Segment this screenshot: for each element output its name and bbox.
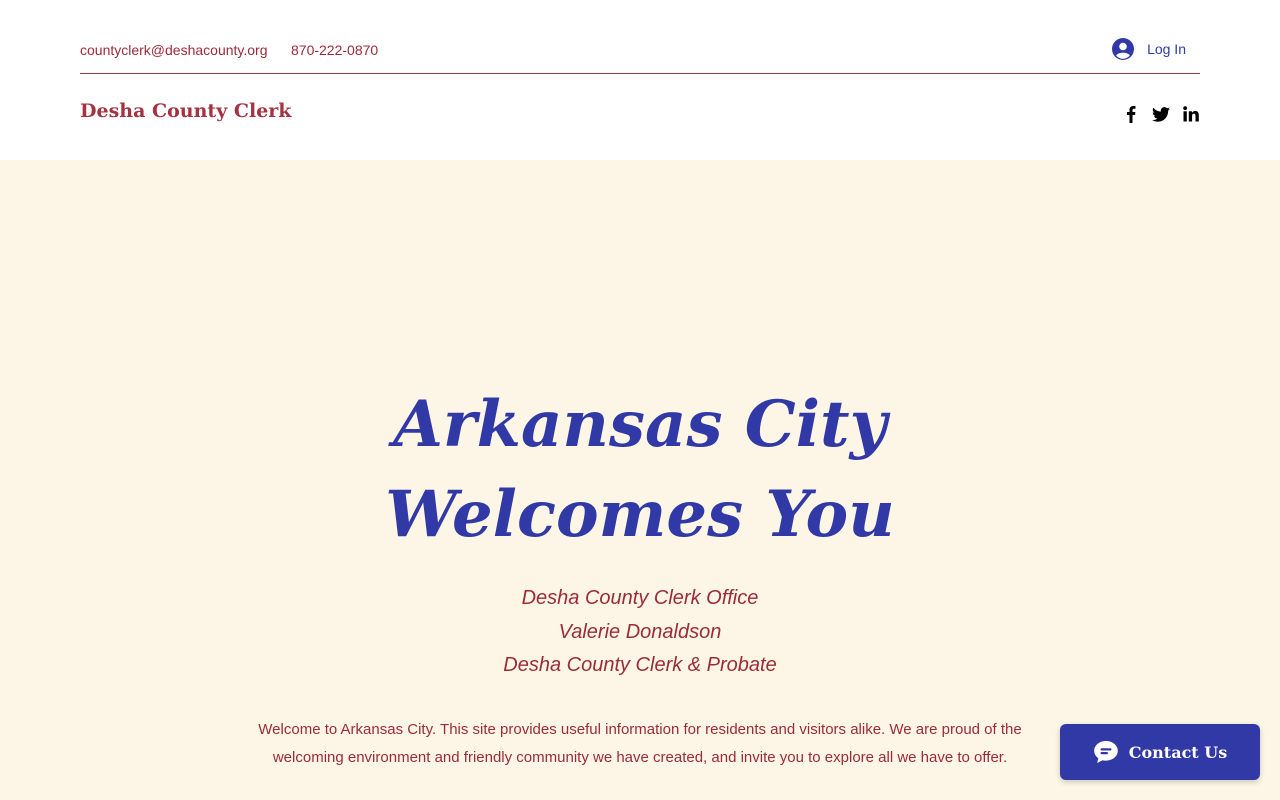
login-button[interactable]: Log In xyxy=(1112,38,1186,60)
login-label: Log In xyxy=(1147,41,1186,57)
clerk-title: Desha County Clerk & Probate xyxy=(503,654,777,676)
office-name: Desha County Clerk Office xyxy=(521,587,759,609)
contact-us-button[interactable]: Contact Us xyxy=(1060,724,1260,780)
chat-icon xyxy=(1093,741,1118,763)
social-bar xyxy=(1122,104,1200,124)
contact-us-label: Contact Us xyxy=(1128,742,1228,762)
hero-title-line-2: Welcomes You xyxy=(385,477,895,552)
facebook-icon[interactable] xyxy=(1122,104,1140,124)
welcome-paragraph: Welcome to Arkansas City. This site prov… xyxy=(258,721,1022,766)
phone-link[interactable]: 870-222-0870 xyxy=(291,42,378,58)
twitter-icon[interactable] xyxy=(1152,104,1170,124)
linkedin-icon[interactable] xyxy=(1182,104,1200,124)
hero-title: Arkansas City Welcomes You xyxy=(0,380,1280,560)
site-brand[interactable]: Desha County Clerk xyxy=(80,100,291,122)
hero-title-line-1: Arkansas City xyxy=(393,387,887,462)
email-link[interactable]: countyclerk@deshacounty.org xyxy=(80,42,268,58)
top-bar: countyclerk@deshacounty.org 870-222-0870… xyxy=(80,0,1200,74)
clerk-name: Valerie Donaldson xyxy=(558,620,722,643)
office-info: Desha County Clerk Office Valerie Donald… xyxy=(0,582,1280,683)
site-header: countyclerk@deshacounty.org 870-222-0870… xyxy=(0,0,1280,160)
user-avatar-icon xyxy=(1112,38,1135,60)
hero-section: Arkansas City Welcomes You Desha County … xyxy=(0,160,1280,800)
